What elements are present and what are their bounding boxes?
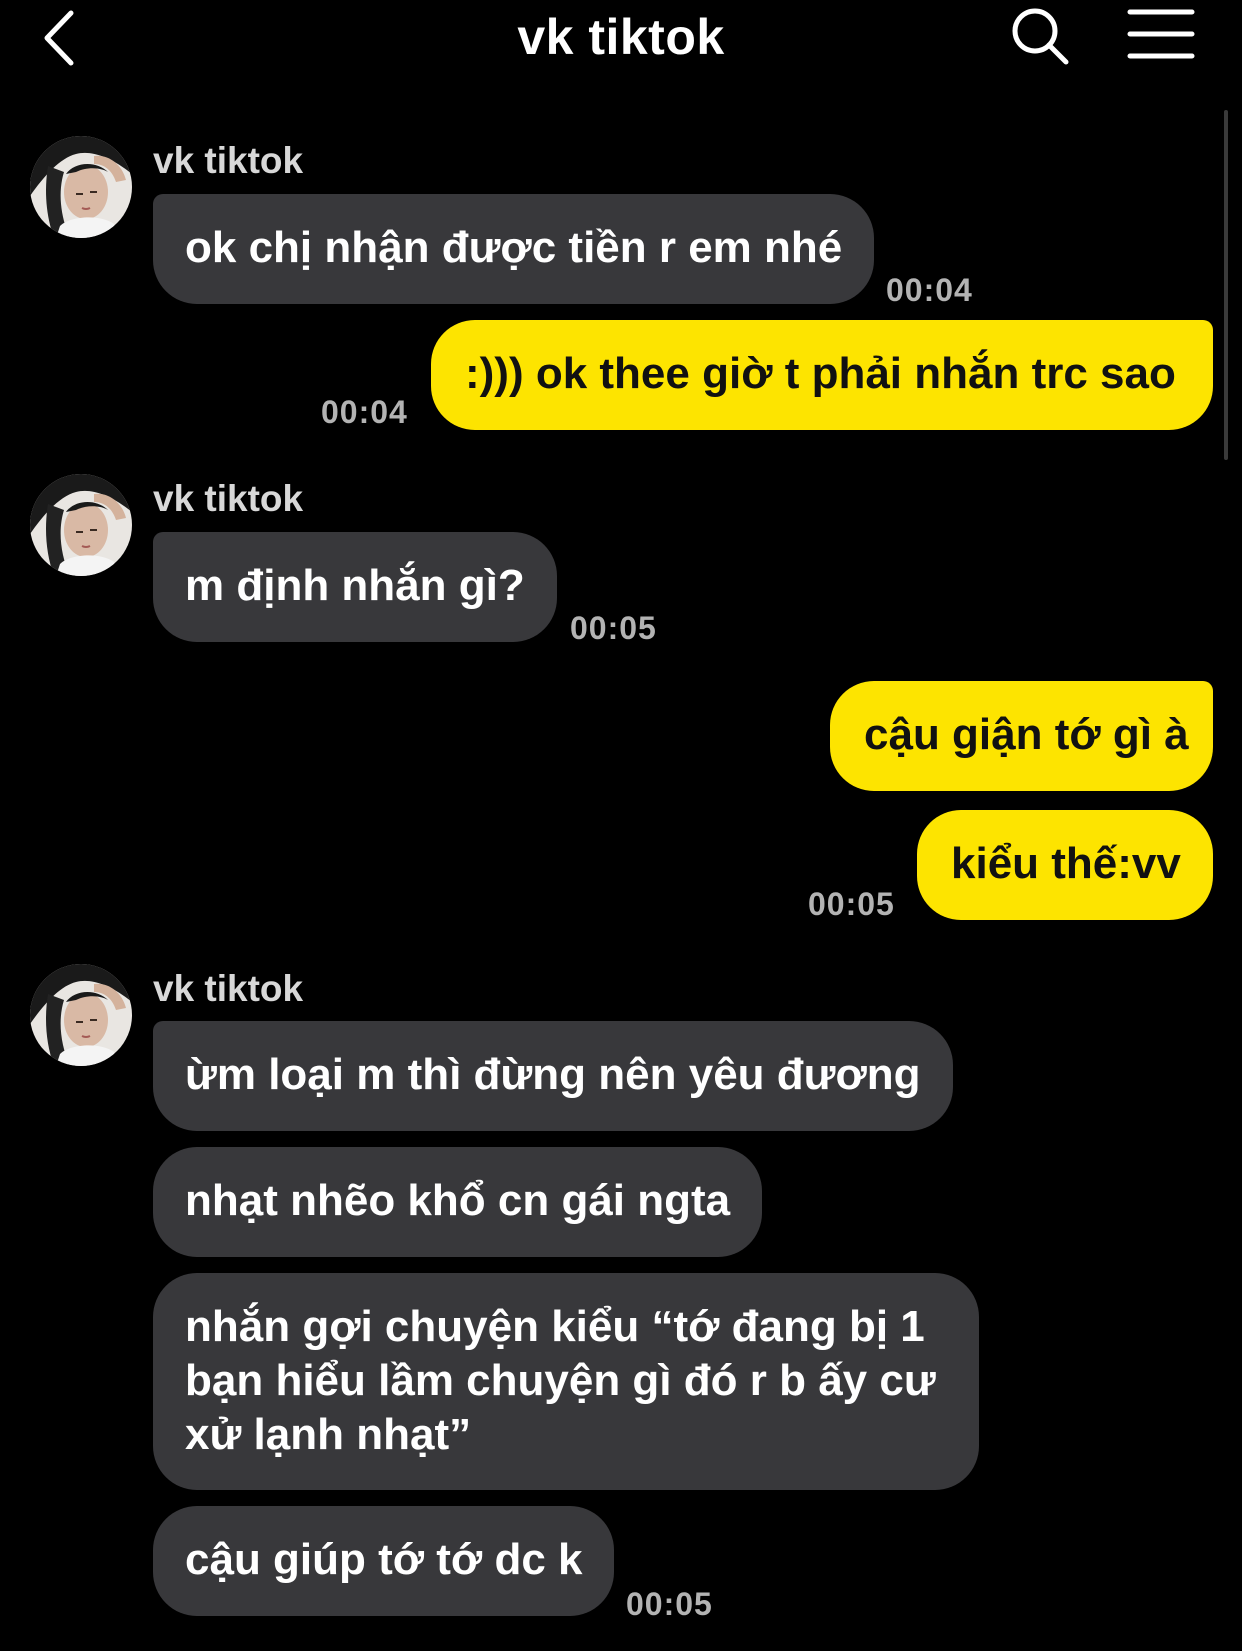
message-text: nhạt nhẽo khổ cn gái ngta (185, 1176, 731, 1225)
message-timestamp: 00:04 (321, 394, 408, 430)
message-bubble-outgoing[interactable]: :))) ok thee giờ t phải nhắn trc sao (431, 320, 1213, 430)
message-timestamp: 00:04 (886, 272, 973, 308)
message-bubble-incoming[interactable]: ok chị nhận được tiền r em nhé (153, 194, 875, 304)
message-text: cậu giúp tớ tớ dc k (185, 1535, 583, 1584)
message-timestamp: 00:05 (626, 1586, 713, 1622)
avatar[interactable] (30, 136, 132, 238)
search-icon (1012, 8, 1069, 65)
hamburger-menu-icon (1127, 9, 1195, 59)
message-timestamp: 00:05 (808, 886, 895, 922)
message-text: :))) ok thee giờ t phải nhắn trc sao (465, 349, 1176, 398)
message-bubble-outgoing[interactable]: kiểu thế:vv (917, 810, 1213, 920)
sender-name: vk tiktok (153, 968, 304, 1009)
message-bubble-incoming[interactable]: nhạt nhẽo khổ cn gái ngta (153, 1147, 763, 1257)
search-button[interactable] (1008, 4, 1072, 68)
message-text: m định nhắn gì? (185, 561, 525, 610)
message-text: kiểu thế:vv (951, 839, 1181, 888)
message-text: cậu giận tớ gì à (864, 710, 1189, 759)
message-text: ok chị nhận được tiền r em nhé (185, 223, 843, 272)
menu-button[interactable] (1126, 4, 1196, 68)
avatar[interactable] (30, 964, 132, 1066)
message-timestamp: 00:05 (570, 610, 657, 646)
chat-header: vk tiktok (0, 0, 1242, 100)
message-bubble-outgoing[interactable]: cậu giận tớ gì à (830, 681, 1213, 791)
sender-name: vk tiktok (153, 140, 304, 181)
message-bubble-incoming[interactable]: m định nhắn gì? (153, 532, 557, 642)
avatar[interactable] (30, 474, 132, 576)
message-bubble-incoming[interactable]: cậu giúp tớ tớ dc k (153, 1506, 615, 1616)
message-text: nhắn gợi chuyện kiểu “tớ đang bị 1 bạn h… (185, 1302, 936, 1459)
message-bubble-incoming[interactable]: nhắn gợi chuyện kiểu “tớ đang bị 1 bạn h… (153, 1273, 979, 1490)
sender-name: vk tiktok (153, 478, 304, 519)
message-text: ừm loại m thì đừng nên yêu đương (185, 1050, 921, 1099)
message-bubble-incoming[interactable]: ừm loại m thì đừng nên yêu đương (153, 1021, 953, 1131)
scrollbar[interactable] (1224, 110, 1228, 460)
